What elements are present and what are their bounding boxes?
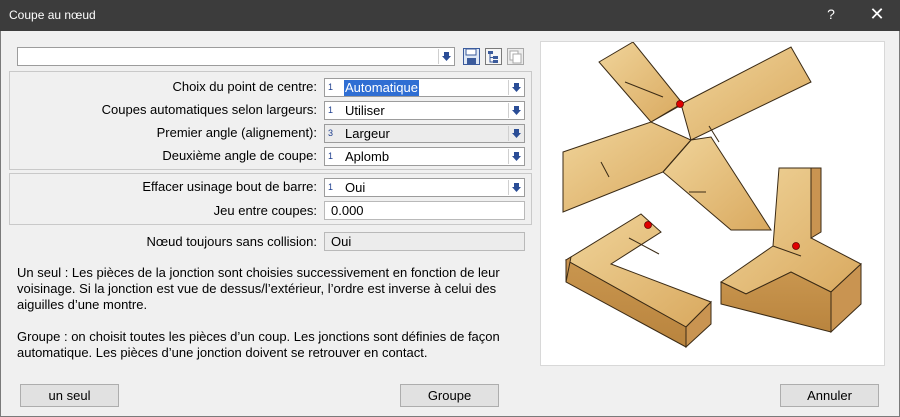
groupe-button[interactable]: Groupe xyxy=(400,384,499,407)
l-joint xyxy=(565,213,712,349)
centre-point-index: 1 xyxy=(328,82,334,92)
wood-joint-illustration xyxy=(562,42,883,349)
close-button[interactable]: ✕ xyxy=(862,4,892,25)
centre-point-select[interactable]: 1 Automatique xyxy=(324,78,525,97)
field-label-centre: Choix du point de centre: xyxy=(172,79,317,94)
effacer-index: 1 xyxy=(328,182,334,192)
large-joint xyxy=(562,42,883,231)
effacer-value: Oui xyxy=(345,180,366,195)
auto-cuts-select[interactable]: 1 Utiliser xyxy=(324,101,525,120)
window-title: Coupe au nœud xyxy=(9,8,96,22)
field-label-noeud: Nœud toujours sans collision: xyxy=(146,234,317,249)
chevron-down-icon[interactable] xyxy=(508,80,523,95)
first-angle-select[interactable]: 3 Largeur xyxy=(324,124,525,143)
field-label-auto-cuts: Coupes automatiques selon largeurs: xyxy=(101,102,317,117)
un-seul-button[interactable]: un seul xyxy=(20,384,119,407)
help-button[interactable]: ? xyxy=(816,6,846,22)
first-angle-value: Largeur xyxy=(345,126,390,141)
field-label-second-angle: Deuxième angle de coupe: xyxy=(162,148,317,163)
second-angle-select[interactable]: 1 Aplomb xyxy=(324,147,525,166)
jeu-input[interactable]: 0.000 xyxy=(324,201,525,220)
centre-point-value: Automatique xyxy=(344,80,419,96)
description-groupe: Groupe : on choisit toutes les pièces d’… xyxy=(17,329,500,360)
title-bar: Coupe au nœud ? ✕ xyxy=(0,0,900,31)
description-un-seul: Un seul : Les pièces de la jonction sont… xyxy=(17,265,500,312)
chevron-down-icon[interactable] xyxy=(508,103,523,118)
auto-cuts-index: 1 xyxy=(328,105,334,115)
chevron-down-icon[interactable] xyxy=(508,149,523,164)
copy-icon xyxy=(506,47,525,66)
second-angle-index: 1 xyxy=(328,151,334,161)
save-icon[interactable] xyxy=(462,47,481,66)
chevron-down-icon[interactable] xyxy=(438,49,453,64)
second-angle-value: Aplomb xyxy=(345,149,390,164)
joint-preview-image xyxy=(540,41,885,366)
effacer-select[interactable]: 1 Oui xyxy=(324,178,525,197)
preset-combo[interactable] xyxy=(17,47,455,66)
chevron-down-icon[interactable] xyxy=(508,126,523,141)
field-label-effacer: Effacer usinage bout de barre: xyxy=(142,179,317,194)
field-label-first-angle: Premier angle (alignement): xyxy=(156,125,317,140)
tree-icon[interactable] xyxy=(484,47,503,66)
chevron-down-icon[interactable] xyxy=(508,180,523,195)
noeud-readonly-field: Oui xyxy=(324,232,525,251)
first-angle-index: 3 xyxy=(328,128,334,138)
field-label-jeu: Jeu entre coupes: xyxy=(213,203,317,218)
auto-cuts-value: Utiliser xyxy=(345,103,385,118)
annuler-button[interactable]: Annuler xyxy=(780,384,879,407)
